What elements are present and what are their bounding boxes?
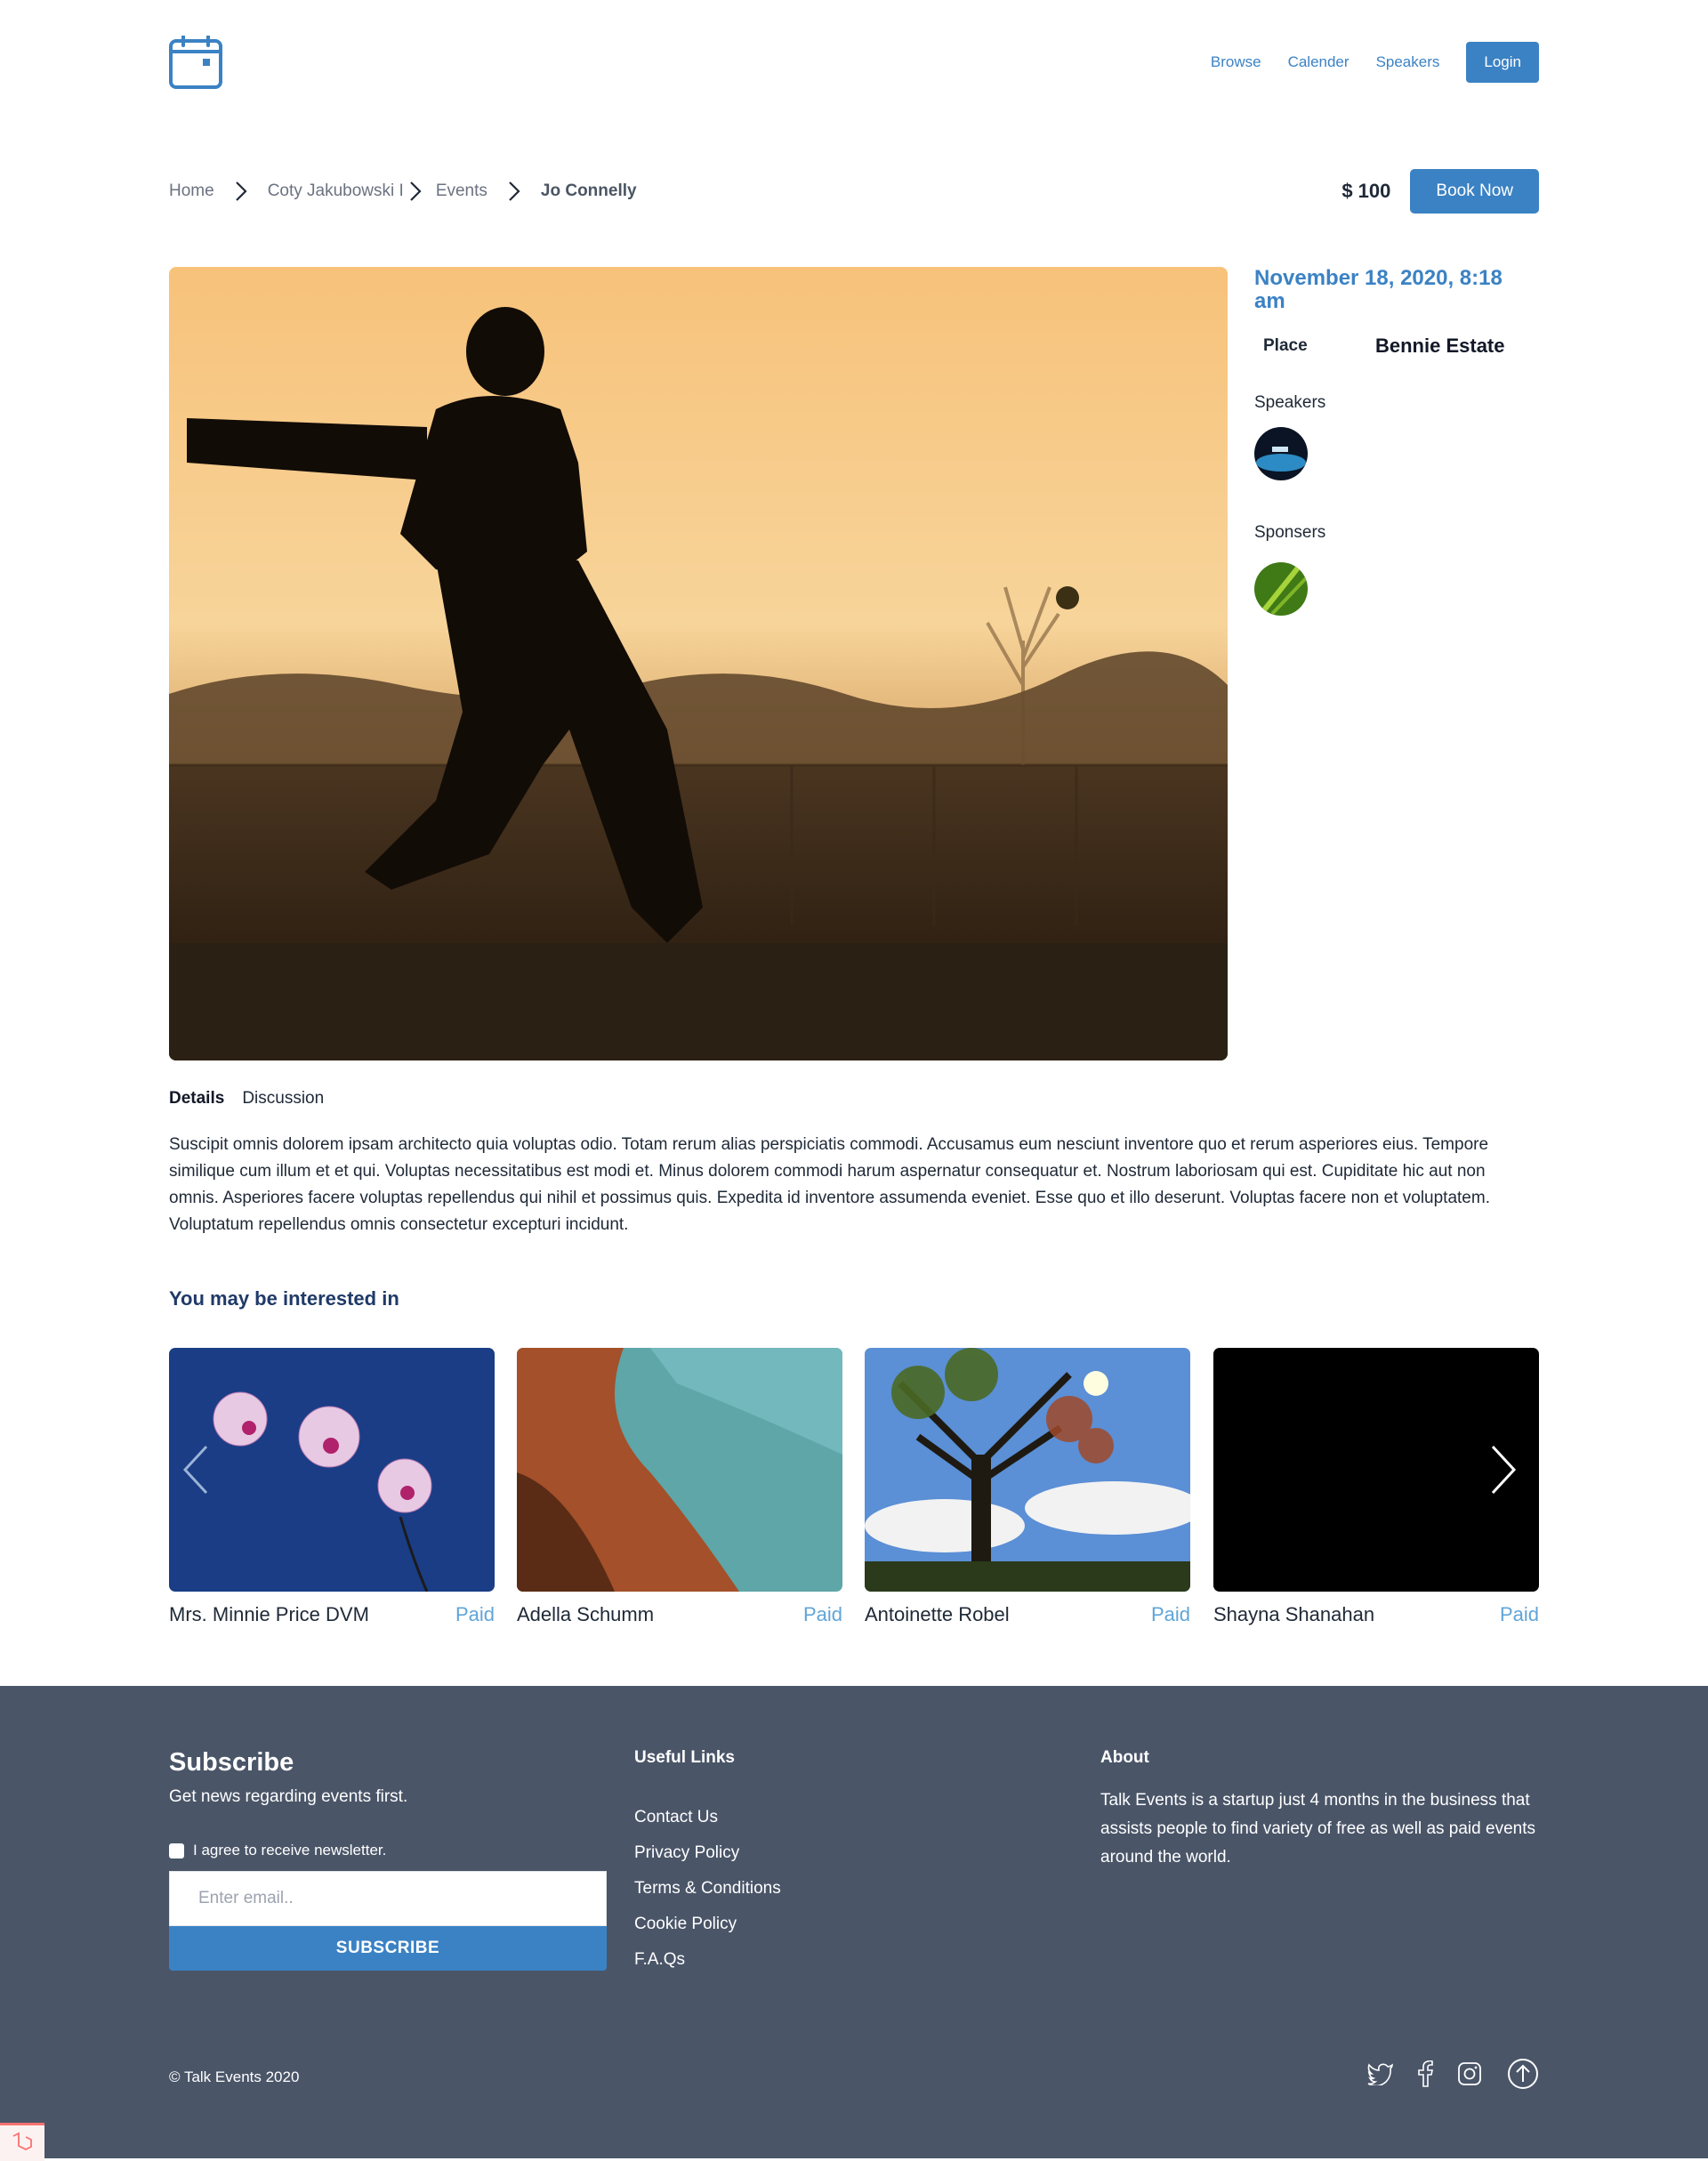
speaker-avatar[interactable] [1254,427,1308,480]
book-now-button[interactable]: Book Now [1410,169,1539,214]
event-tabs: Details Discussion [169,1085,1539,1112]
useful-links-title: Useful Links [634,1748,735,1767]
sponsor-avatar[interactable] [1254,562,1308,616]
about-title: About [1100,1748,1149,1767]
site-header: Browse Calender Speakers Login [169,0,1539,125]
event-card-title: Shayna Shanahan [1213,1603,1375,1625]
related-events-carousel: Mrs. Minnie Price DVM Paid Adella Schumm… [169,1348,1539,1633]
price-book-group: $ 100 Book Now [1341,169,1539,214]
event-description: Suscipit omnis dolorem ipsam architecto … [169,1135,1490,1234]
nav-calendar[interactable]: Calender [1288,53,1349,71]
event-info-sidebar: November 18, 2020, 8:18 am Place Bennie … [1254,267,1539,616]
link-faqs[interactable]: F.A.Qs [634,1942,781,1978]
sponsors-heading: Sponsers [1254,523,1326,542]
place-label: Place [1263,336,1308,355]
event-card-title: Mrs. Minnie Price DVM [169,1603,369,1625]
place-row: Place Bennie Estate [1254,335,1539,358]
newsletter-agree-label: I agree to receive newsletter. [193,1842,387,1859]
nav-speakers[interactable]: Speakers [1376,53,1440,71]
carousel-next-button[interactable] [1477,1348,1530,1592]
place-value: Bennie Estate [1375,335,1505,357]
breadcrumb-home[interactable]: Home [169,181,214,201]
chevron-right-icon [223,169,259,214]
facebook-icon[interactable] [1409,2058,1441,2090]
event-card-title: Adella Schumm [517,1603,655,1625]
email-input[interactable] [169,1871,607,1926]
event-card-title: Antoinette Robel [865,1603,1010,1625]
site-footer: Subscribe Get news regarding events firs… [0,1686,1708,2158]
subscribe-button[interactable]: SUBSCRIBE [169,1926,607,1971]
link-contact-us[interactable]: Contact Us [634,1800,781,1835]
event-card-tag: Paid [1499,1603,1539,1625]
breadcrumb-events[interactable]: Events [436,181,487,201]
event-card-image [865,1348,1190,1592]
event-card-tag: Paid [455,1603,495,1625]
event-card-meta: Shayna Shanahan Paid [1213,1603,1539,1626]
event-card-meta: Mrs. Minnie Price DVM Paid [169,1603,495,1626]
link-cookie-policy[interactable]: Cookie Policy [634,1907,781,1942]
event-card-meta: Adella Schumm Paid [517,1603,842,1626]
instagram-icon[interactable] [1454,2058,1486,2090]
breadcrumb-current: Jo Connelly [540,181,637,200]
breadcrumb: Home Coty Jakubowski I Events Jo Connell… [169,169,637,214]
event-hero-image [169,267,1228,1060]
useful-links: Contact Us Privacy Policy Terms & Condit… [634,1800,781,1978]
event-card[interactable]: Adella Schumm Paid [517,1348,842,1626]
copyright: © Talk Events 2020 [169,2068,300,2085]
event-date: November 18, 2020, 8:18 am [1254,266,1503,313]
subscribe-title: Subscribe [169,1748,294,1777]
tab-discussion[interactable]: Discussion [242,1089,324,1109]
event-card-meta: Antoinette Robel Paid [865,1603,1190,1626]
newsletter-checkbox[interactable] [169,1842,184,1859]
event-card-tag: Paid [1150,1603,1190,1625]
login-button[interactable]: Login [1466,42,1539,83]
tab-details[interactable]: Details [169,1089,224,1109]
breadcrumb-row: Home Coty Jakubowski I Events Jo Connell… [169,169,1539,214]
speakers-heading: Speakers [1254,393,1326,412]
newsletter-agree[interactable]: I agree to receive newsletter. [169,1842,386,1859]
nav-browse[interactable]: Browse [1211,53,1261,71]
calendar-icon[interactable] [169,36,222,89]
laravel-icon [0,2123,44,2161]
interested-heading: You may be interested in [169,1287,399,1310]
main-nav: Browse Calender Speakers Login [1184,42,1539,83]
carousel-prev-button[interactable] [169,1348,222,1592]
about-text: Talk Events is a startup just 4 months i… [1100,1791,1535,1867]
chevron-right-icon [404,169,427,214]
link-privacy-policy[interactable]: Privacy Policy [634,1835,781,1871]
event-price: $ 100 [1341,180,1391,202]
subscribe-text: Get news regarding events first. [169,1787,408,1806]
breadcrumb-organizer[interactable]: Coty Jakubowski I [268,181,404,201]
link-terms[interactable]: Terms & Conditions [634,1871,781,1907]
chevron-left-icon [182,1445,208,1495]
event-card-image [517,1348,842,1592]
event-card-tag: Paid [802,1603,842,1625]
event-card[interactable]: Antoinette Robel Paid [865,1348,1190,1626]
chevron-right-icon [496,169,532,214]
twitter-icon[interactable] [1365,2058,1397,2090]
social-links [1352,2058,1539,2090]
chevron-right-icon [1491,1445,1517,1495]
arrow-up-circle-icon[interactable] [1507,2058,1539,2090]
